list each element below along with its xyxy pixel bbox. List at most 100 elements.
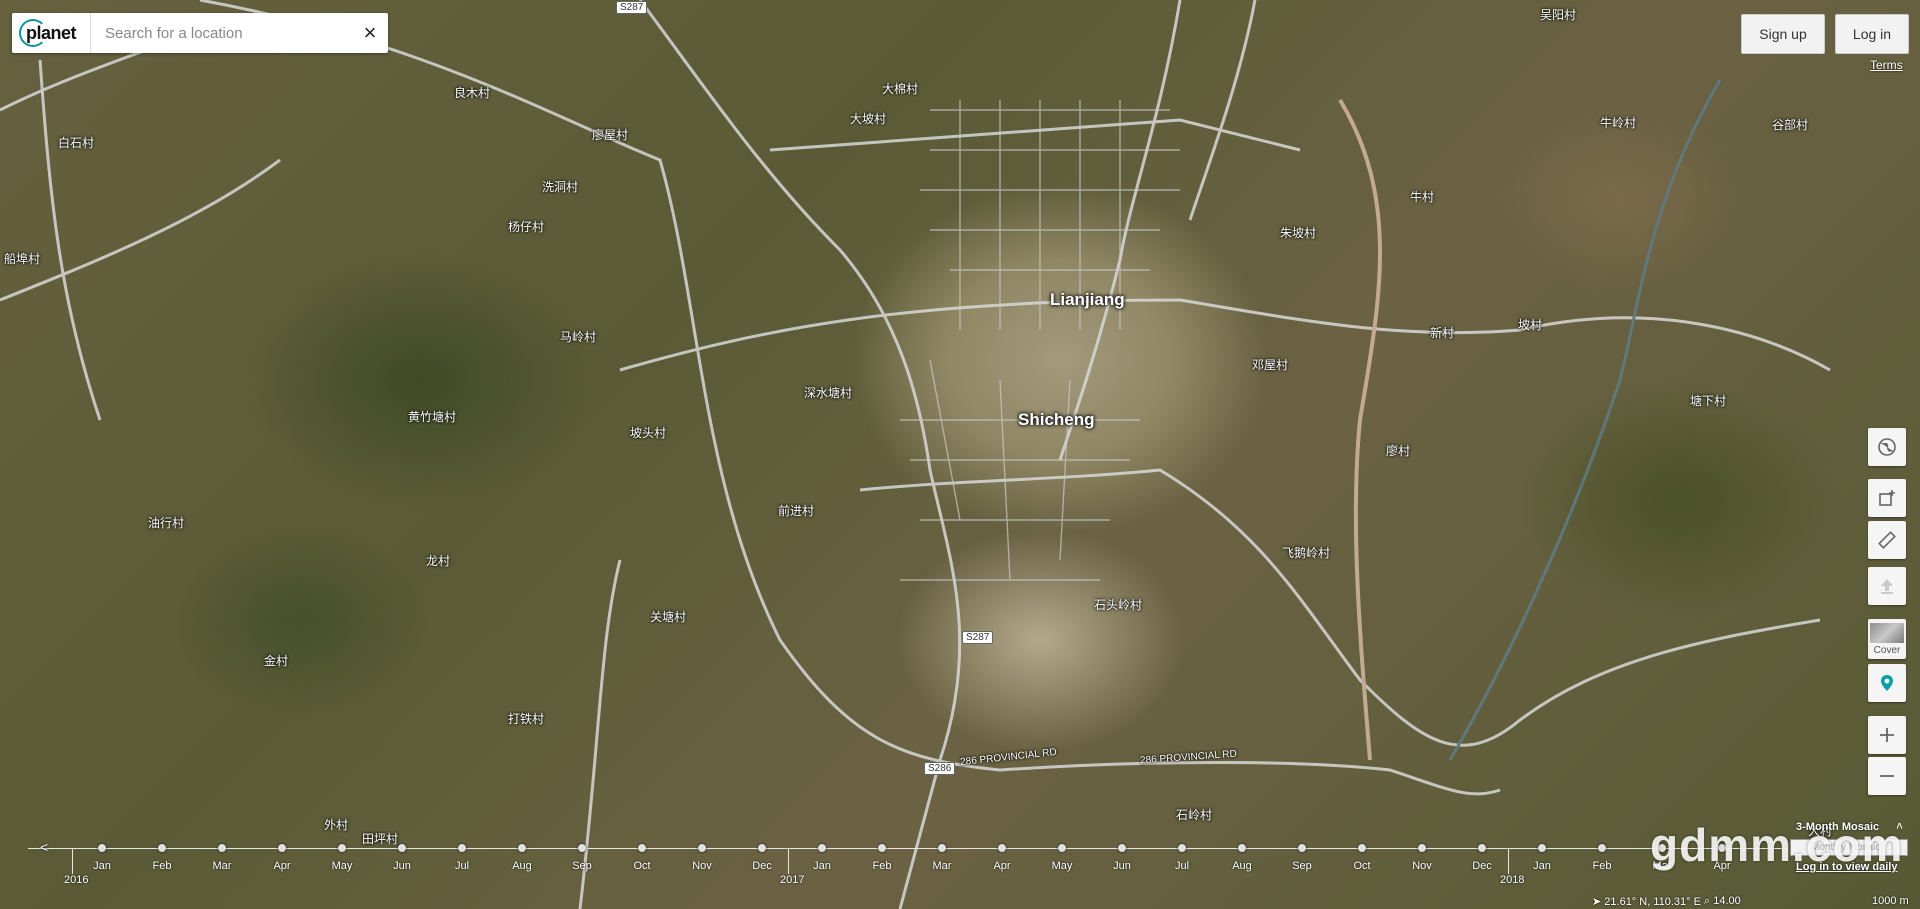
place-label: 白石村 — [58, 136, 95, 150]
terms-link[interactable]: Terms — [1870, 58, 1903, 72]
timeline-month-label[interactable]: May — [332, 860, 353, 872]
place-label: 龙村 — [426, 554, 451, 568]
timeline-dot[interactable] — [818, 844, 826, 852]
timeline-month-label[interactable]: Feb — [1593, 860, 1612, 872]
close-icon[interactable]: × — [352, 13, 388, 53]
timeline-dot[interactable] — [1358, 844, 1366, 852]
place-label: 大坡村 — [850, 112, 887, 126]
timeline-dot[interactable] — [458, 844, 466, 852]
timeline-month-label[interactable]: Jan — [93, 860, 111, 872]
timeline-month-label[interactable]: May — [1052, 860, 1073, 872]
place-label: 邓屋村 — [1252, 358, 1289, 372]
satellite-map[interactable]: Lianjiang Shicheng S287 大棉村 大坡村 廖屋村 洗洞村 … — [0, 0, 1920, 909]
timeline-month-label[interactable]: Jul — [1175, 860, 1189, 872]
zoom-in-icon — [1880, 728, 1894, 742]
timeline-month-label[interactable]: Feb — [873, 860, 892, 872]
login-button[interactable]: Log in — [1835, 14, 1909, 54]
timeline-month-label[interactable]: Jan — [1533, 860, 1551, 872]
place-label: 马岭村 — [560, 330, 597, 344]
timeline-dot[interactable] — [1478, 844, 1486, 852]
timeline-dot[interactable] — [998, 844, 1006, 852]
timeline-dot[interactable] — [398, 844, 406, 852]
timeline-month-label[interactable]: Nov — [692, 860, 712, 872]
timeline-dot[interactable] — [1238, 844, 1246, 852]
timeline-dot[interactable] — [1538, 844, 1546, 852]
timeline-month-label[interactable]: Feb — [153, 860, 172, 872]
timeline-month-label[interactable]: Oct — [1353, 860, 1370, 872]
timeline-month-label[interactable]: Nov — [1412, 860, 1432, 872]
place-label: 油行村 — [148, 516, 185, 530]
zoom-level-readout: ⌕ 14.00 — [1704, 895, 1741, 908]
timeline-dot[interactable] — [518, 844, 526, 852]
ruler-icon — [1878, 531, 1896, 549]
timeline-month-label[interactable]: Jul — [455, 860, 469, 872]
pin-button[interactable] — [1868, 664, 1906, 702]
timeline-year-tick — [72, 848, 73, 874]
upload-icon — [1881, 579, 1893, 594]
zoom-in-button[interactable] — [1868, 716, 1906, 754]
timeline-dot[interactable] — [1118, 844, 1126, 852]
timeline-dot[interactable] — [758, 844, 766, 852]
draw-area-button[interactable] — [1868, 479, 1906, 517]
timeline-dot[interactable] — [878, 844, 886, 852]
cover-icon — [1870, 622, 1904, 643]
place-label: 塘下村 — [1690, 394, 1727, 408]
timeline-month-label[interactable]: Mar — [933, 860, 952, 872]
place-label: 大棉村 — [882, 82, 919, 96]
timeline-month-label[interactable]: Oct — [633, 860, 650, 872]
timeline-month-label[interactable]: Aug — [1232, 860, 1252, 872]
zoom-out-button[interactable] — [1868, 757, 1906, 795]
planet-logo[interactable]: planet — [12, 13, 91, 53]
timeline-dot[interactable] — [1178, 844, 1186, 852]
signup-button[interactable]: Sign up — [1741, 14, 1825, 54]
timeline-dot[interactable] — [98, 844, 106, 852]
timeline-dot[interactable] — [158, 844, 166, 852]
place-label: 坡头村 — [630, 426, 667, 440]
timeline-dot[interactable] — [278, 844, 286, 852]
timeline-month-label[interactable]: Mar — [213, 860, 232, 872]
search-input[interactable] — [91, 13, 352, 53]
timeline-dot[interactable] — [1598, 844, 1606, 852]
timeline-year-tick — [1508, 848, 1509, 874]
timeline-month-label[interactable]: Sep — [572, 860, 592, 872]
timeline-dot[interactable] — [638, 844, 646, 852]
place-label: 牛岭村 — [1600, 116, 1637, 130]
timeline-dot[interactable] — [938, 844, 946, 852]
place-label: 廖村 — [1386, 444, 1411, 458]
location-arrow-icon: ➤ — [1592, 896, 1602, 908]
cover-button[interactable]: Cover — [1868, 619, 1906, 659]
chevron-left-icon[interactable]: < — [40, 839, 48, 855]
timeline-month-label[interactable]: Aug — [512, 860, 532, 872]
timeline-dot[interactable] — [578, 844, 586, 852]
timeline-track[interactable] — [28, 848, 1788, 849]
map-roads-layer — [0, 0, 1831, 909]
place-label: 杨仔村 — [508, 220, 545, 234]
coordinates-readout: ➤ 21.61° N, 110.31° E — [1592, 895, 1701, 908]
place-label: 飞鹅岭村 — [1282, 546, 1331, 560]
watermark: gdmm.com — [1650, 819, 1904, 871]
timeline-dot[interactable] — [698, 844, 706, 852]
pin-icon — [1881, 675, 1893, 691]
timeline-month-label[interactable]: Jun — [1113, 860, 1131, 872]
ruler-button[interactable] — [1868, 521, 1906, 559]
timeline-year-label: 2017 — [780, 874, 805, 886]
timeline-month-label[interactable]: Sep — [1292, 860, 1312, 872]
timeline-month-label[interactable]: Jun — [393, 860, 411, 872]
timeline-dot[interactable] — [218, 844, 226, 852]
upload-button[interactable] — [1868, 567, 1906, 605]
timeline-month-label[interactable]: Apr — [273, 860, 290, 872]
timeline-dot[interactable] — [338, 844, 346, 852]
timeline-dot[interactable] — [1298, 844, 1306, 852]
globe-button[interactable] — [1868, 428, 1906, 466]
timeline-month-label[interactable]: Apr — [993, 860, 1010, 872]
place-label: 洗洞村 — [542, 180, 579, 194]
timeline-month-label[interactable]: Dec — [752, 860, 772, 872]
place-label: 良木村 — [454, 86, 491, 100]
timeline-month-label[interactable]: Jan — [813, 860, 831, 872]
place-label: 新村 — [1430, 326, 1455, 340]
search-bar: planet × — [12, 13, 388, 53]
timeline-month-label[interactable]: Dec — [1472, 860, 1492, 872]
timeline-dot[interactable] — [1418, 844, 1426, 852]
timeline-dot[interactable] — [1058, 844, 1066, 852]
timeline-year-tick — [788, 848, 789, 874]
